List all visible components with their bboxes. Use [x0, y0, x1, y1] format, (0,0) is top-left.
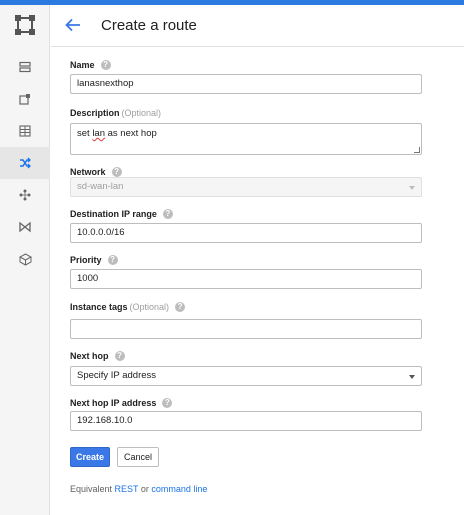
instance-tags-input[interactable] [70, 319, 422, 339]
misspelled-word: lan [92, 128, 105, 139]
instance-tags-label: Instance tags (Optional)? [70, 302, 186, 312]
resize-handle-icon[interactable] [414, 147, 420, 153]
grid-icon [19, 125, 31, 137]
dropdown-caret-icon [409, 375, 415, 379]
shuffle-routes-icon [20, 157, 31, 169]
destination-ip-input[interactable]: 10.0.0.0/16 [70, 223, 422, 243]
network-label: Network? [70, 167, 122, 177]
sidebar [0, 5, 50, 515]
help-icon[interactable]: ? [111, 167, 122, 177]
sidebar-item-routes[interactable] [0, 147, 50, 179]
page-header: Create a route [51, 5, 464, 47]
help-icon[interactable]: ? [175, 302, 186, 312]
sidebar-item-grid[interactable] [0, 115, 50, 147]
sidebar-item-storage[interactable] [0, 51, 50, 83]
network-nodes-icon [19, 189, 31, 201]
equivalent-links: Equivalent REST or command line [70, 484, 208, 494]
name-label: Name? [70, 60, 111, 70]
help-icon[interactable]: ? [162, 209, 173, 219]
help-icon[interactable]: ? [162, 398, 173, 408]
rest-link[interactable]: REST [115, 484, 139, 494]
description-textarea[interactable]: set lan as next hop [70, 123, 422, 155]
next-hop-select[interactable]: Specify IP address [70, 366, 422, 386]
help-icon[interactable]: ? [114, 351, 125, 361]
bowtie-icon [19, 221, 31, 233]
next-hop-ip-input[interactable]: 192.168.10.0 [70, 411, 422, 431]
name-input[interactable]: lanasnexthop [70, 74, 422, 94]
help-icon[interactable]: ? [100, 60, 111, 70]
sidebar-item-cube[interactable] [0, 243, 50, 275]
storage-icon [19, 61, 31, 73]
sidebar-item-vpn[interactable] [0, 211, 50, 243]
create-button[interactable]: Create [70, 447, 110, 467]
priority-input[interactable]: 1000 [70, 269, 422, 289]
network-select: sd-wan-lan [70, 177, 422, 197]
next-hop-ip-label: Next hop IP address? [70, 398, 173, 408]
destination-label: Destination IP range? [70, 209, 173, 219]
dropdown-caret-icon [409, 186, 415, 190]
back-arrow-icon[interactable] [64, 16, 82, 34]
description-label: Description (Optional) [70, 108, 162, 118]
command-line-link[interactable]: command line [151, 484, 207, 494]
help-icon[interactable]: ? [107, 255, 118, 265]
cancel-button[interactable]: Cancel [117, 447, 159, 467]
next-hop-label: Next hop? [70, 351, 125, 361]
app-logo-icon[interactable] [14, 14, 36, 36]
sidebar-item-external[interactable] [0, 83, 50, 115]
cube-icon [18, 252, 32, 266]
sidebar-item-nodes[interactable] [0, 179, 50, 211]
external-link-icon [19, 94, 30, 105]
priority-label: Priority? [70, 255, 118, 265]
page-title: Create a route [101, 17, 197, 34]
